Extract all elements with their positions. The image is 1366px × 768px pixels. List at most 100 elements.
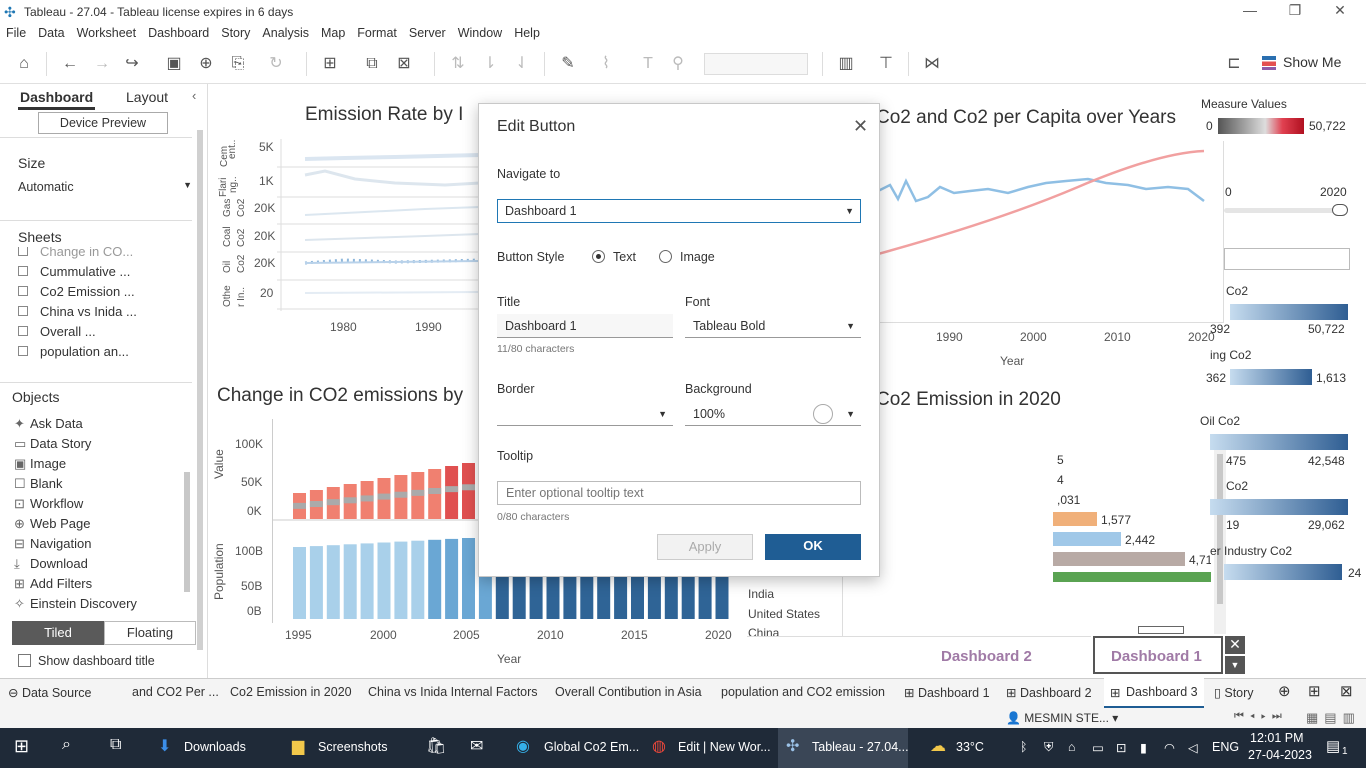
chart3-plot[interactable] bbox=[877, 141, 1224, 323]
show-cards-icon[interactable]: ▥ bbox=[834, 53, 858, 75]
menu-data[interactable]: Data bbox=[32, 24, 70, 42]
new-datasource-icon[interactable]: ⊕ bbox=[194, 53, 218, 75]
tab-sheet[interactable]: China vs Inida Internal Factors bbox=[368, 685, 538, 699]
tooltip-input[interactable] bbox=[497, 481, 861, 505]
legend-gradient[interactable] bbox=[1230, 304, 1348, 320]
menu-worksheet[interactable]: Worksheet bbox=[71, 24, 143, 42]
size-dropdown[interactable]: Automatic ▼ bbox=[18, 180, 192, 198]
label-icon[interactable]: T bbox=[636, 53, 660, 75]
menu-analysis[interactable]: Analysis bbox=[256, 24, 315, 42]
undo-icon[interactable]: ← bbox=[58, 53, 82, 75]
chart4-plot[interactable]: 5 4 ,031 1,577 2,442 4,713 bbox=[842, 440, 1366, 636]
collapse-pane-icon[interactable]: ‹ bbox=[192, 88, 196, 103]
list-item[interactable]: Overall ... bbox=[18, 324, 192, 344]
object-image[interactable]: ▣ Image bbox=[14, 456, 182, 476]
windows-start-icon[interactable]: ⊞ bbox=[14, 736, 29, 757]
drag-handle-icon[interactable] bbox=[1138, 626, 1184, 634]
save-icon[interactable]: ▣ bbox=[162, 53, 186, 75]
camera-icon[interactable]: ⊡ bbox=[1116, 740, 1126, 755]
taskbar-downloads[interactable]: ⬇ Downloads bbox=[150, 728, 280, 768]
sort-asc-icon[interactable]: ⇂ bbox=[478, 53, 502, 75]
clear-icon[interactable]: ⊠ bbox=[392, 53, 416, 75]
tab-layout[interactable]: Layout bbox=[126, 84, 168, 110]
taskbar-edge[interactable]: ◉ Global Co2 Em... bbox=[508, 728, 639, 768]
object-menu-icon[interactable]: ▼ bbox=[1225, 656, 1245, 674]
clock-time[interactable]: 12:01 PM bbox=[1250, 731, 1304, 745]
store-icon[interactable]: 🛍 bbox=[426, 736, 446, 756]
tab-sheet[interactable]: population and CO2 emission bbox=[721, 685, 885, 699]
task-view-icon[interactable]: ⧉ bbox=[110, 736, 121, 754]
tab-dashboard-1[interactable]: ⊞ Dashboard 1 bbox=[904, 685, 990, 700]
tab-sheet[interactable]: and CO2 Per ... bbox=[132, 685, 219, 699]
device-preview-button[interactable]: Device Preview bbox=[38, 112, 168, 134]
restore-icon[interactable]: ❐ bbox=[1275, 2, 1315, 22]
tab-dashboard[interactable]: Dashboard bbox=[18, 84, 96, 110]
list-item[interactable]: China vs Inida ... bbox=[18, 304, 192, 324]
sort-desc-icon[interactable]: ⇃ bbox=[510, 53, 534, 75]
pin-icon[interactable]: ⚲ bbox=[666, 53, 690, 75]
volume-icon[interactable]: ◁ bbox=[1188, 740, 1198, 755]
nav-arrows-icon[interactable]: ⏮◂▸⏭ bbox=[1234, 710, 1288, 723]
usb-icon[interactable]: ⌂ bbox=[1068, 740, 1076, 754]
minimize-icon[interactable]: — bbox=[1230, 2, 1270, 22]
background-dropdown[interactable]: 100% ▼ bbox=[685, 402, 861, 426]
tab-story[interactable]: ▯ Story bbox=[1214, 685, 1254, 700]
object-workflow[interactable]: ⊡ Workflow bbox=[14, 496, 182, 516]
menu-file[interactable]: File bbox=[0, 24, 32, 42]
tab-data-source[interactable]: ⊖ Data Source bbox=[8, 685, 91, 700]
language-indicator[interactable]: ENG bbox=[1212, 740, 1239, 754]
chart1-plot[interactable]: Cem ent.. Flari ng.. Gas Co2 Coal Co2 Oi… bbox=[215, 139, 481, 311]
taskbar-chrome[interactable]: ◍ Edit | New Wor... bbox=[644, 728, 774, 768]
remove-object-icon[interactable]: ✕ bbox=[1225, 636, 1245, 654]
apply-button[interactable]: Apply bbox=[657, 534, 753, 560]
refresh-icon[interactable]: ↻ bbox=[264, 53, 288, 75]
user-menu[interactable]: 👤 MESMIN STE... ▾ bbox=[1006, 711, 1118, 725]
object-einstein-discovery[interactable]: ✧ Einstein Discovery bbox=[14, 596, 182, 616]
notification-icon[interactable]: ▤ bbox=[1326, 737, 1340, 755]
highlight-icon[interactable]: ✎ bbox=[556, 53, 580, 75]
duplicate-icon[interactable]: ⧉ bbox=[360, 53, 384, 75]
measure-gradient[interactable] bbox=[1218, 118, 1304, 134]
tab-sheet[interactable]: Co2 Emission in 2020 bbox=[230, 685, 352, 699]
border-dropdown[interactable]: ▼ bbox=[497, 402, 673, 426]
list-item[interactable]: Change in CO... bbox=[18, 247, 192, 264]
search-icon[interactable]: ⌕ bbox=[62, 736, 71, 754]
menu-map[interactable]: Map bbox=[315, 24, 351, 42]
ok-button[interactable]: OK bbox=[765, 534, 861, 560]
group-icon[interactable]: ⌇ bbox=[594, 53, 618, 75]
tab-dashboard-3[interactable]: ⊞ Dashboard 3 bbox=[1104, 678, 1204, 709]
menu-format[interactable]: Format bbox=[351, 24, 403, 42]
menu-window[interactable]: Window bbox=[452, 24, 508, 42]
tiled-button[interactable]: Tiled bbox=[12, 621, 104, 645]
floating-button[interactable]: Floating bbox=[104, 621, 196, 645]
navigate-dropdown[interactable]: Dashboard 1 ▼ bbox=[497, 199, 861, 223]
legend-gradient[interactable] bbox=[1224, 564, 1342, 580]
menu-help[interactable]: Help bbox=[508, 24, 546, 42]
style-image-radio[interactable]: Image bbox=[659, 250, 715, 264]
menu-server[interactable]: Server bbox=[403, 24, 452, 42]
taskbar-tableau[interactable]: ✣ Tableau - 27.04... bbox=[778, 728, 909, 768]
objects-scrollbar[interactable] bbox=[182, 412, 192, 612]
new-worksheet-tab-icon[interactable]: ⊕ bbox=[1278, 682, 1291, 700]
home-icon[interactable]: ⌂ bbox=[12, 53, 36, 75]
new-dashboard-tab-icon[interactable]: ⊞ bbox=[1308, 682, 1321, 700]
new-story-tab-icon[interactable]: ⊠ bbox=[1340, 682, 1353, 700]
network-icon[interactable]: ▭ bbox=[1092, 740, 1104, 755]
dashboard-1-button[interactable]: Dashboard 1 bbox=[1093, 636, 1223, 674]
battery-icon[interactable]: ▮ bbox=[1140, 740, 1147, 755]
weather-icon[interactable]: ☁ bbox=[930, 736, 946, 756]
replay-icon[interactable]: ↪ bbox=[120, 53, 144, 75]
wifi-icon[interactable]: ◠ bbox=[1164, 740, 1175, 755]
left-pane-scrollbar[interactable] bbox=[194, 112, 206, 674]
object-web-page[interactable]: ⊕ Web Page bbox=[14, 516, 182, 536]
shield-icon[interactable]: ⛨ bbox=[1044, 740, 1053, 755]
list-item[interactable]: population an... bbox=[18, 344, 192, 364]
menu-story[interactable]: Story bbox=[215, 24, 256, 42]
object-blank[interactable]: ☐ Blank bbox=[14, 476, 182, 496]
mail-icon[interactable]: ✉ bbox=[470, 736, 483, 756]
swap-icon[interactable]: ⇅ bbox=[446, 53, 470, 75]
list-item[interactable]: Cummulative ... bbox=[18, 264, 192, 284]
paint-format-icon[interactable]: ⊏ bbox=[1222, 53, 1246, 75]
new-worksheet-icon[interactable]: ⊞ bbox=[318, 53, 342, 75]
object-navigation[interactable]: ⊟ Navigation bbox=[14, 536, 182, 556]
